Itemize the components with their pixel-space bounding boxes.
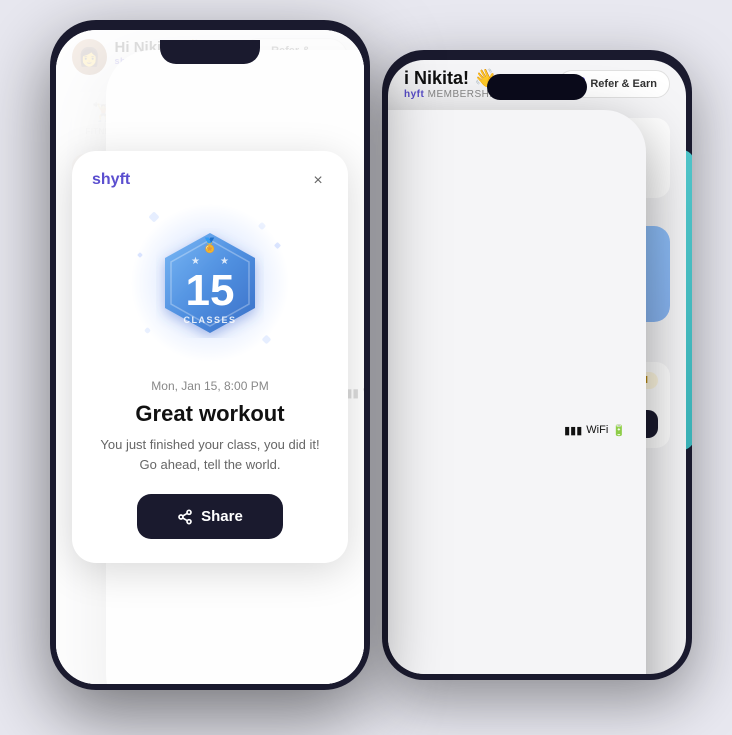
badge-trophy-icon: 🏅	[201, 237, 218, 254]
modal-date: Mon, Jan 15, 8:00 PM	[92, 379, 328, 393]
battery-icon: 🔋	[612, 424, 626, 437]
front-phone-screen: 9:41 ▮▮▮▮ WiFi 🔋 👩 Hi Nikita! 👋 shyft	[56, 30, 364, 684]
star-right: ★	[220, 256, 229, 267]
share-icon	[177, 509, 193, 525]
back-phone-screen: ▮▮▮ WiFi 🔋 i Nikita! 👋 hyft MEMBERSHIP A…	[388, 60, 686, 674]
modal-brand-logo: shyft	[92, 171, 130, 189]
hexagon-badge: 🏅 ★ ★ 15 CLASSES	[155, 228, 265, 338]
back-status-bar: ▮▮▮ WiFi 🔋	[388, 110, 646, 674]
front-phone: 9:41 ▮▮▮▮ WiFi 🔋 👩 Hi Nikita! 👋 shyft	[50, 20, 370, 690]
achievement-badge: 🏅 ★ ★ 15 CLASSES	[130, 203, 290, 363]
scene: ▮▮▮ WiFi 🔋 i Nikita! 👋 hyft MEMBERSHIP A…	[0, 0, 732, 735]
badge-classes-label: CLASSES	[183, 315, 236, 325]
badge-content: 🏅 ★ ★ 15 CLASSES	[183, 237, 236, 325]
share-button-label: Share	[201, 508, 243, 525]
back-status-icons: ▮▮▮ WiFi 🔋	[564, 424, 626, 437]
front-notch	[160, 40, 260, 64]
modal-close-button[interactable]: ×	[306, 169, 330, 193]
share-button[interactable]: Share	[137, 494, 283, 539]
modal-overlay: shyft ×	[56, 30, 364, 684]
back-brand: hyft	[404, 89, 424, 100]
front-background: 👩 Hi Nikita! 👋 shyft MEMBERSHIP ACTIVE 🎁…	[56, 30, 364, 684]
modal-description: You just finished your class, you did it…	[92, 435, 328, 474]
modal-title: Great workout	[92, 401, 328, 427]
back-phone: ▮▮▮ WiFi 🔋 i Nikita! 👋 hyft MEMBERSHIP A…	[382, 50, 692, 680]
wifi-icon: WiFi	[586, 424, 608, 436]
badge-number: 15	[186, 269, 235, 313]
signal-icon: ▮▮▮	[564, 424, 582, 437]
badge-stars: ★ ★	[191, 256, 229, 267]
star-left: ★	[191, 256, 200, 267]
achievement-modal: shyft ×	[72, 151, 348, 563]
dynamic-island-back	[487, 74, 587, 100]
